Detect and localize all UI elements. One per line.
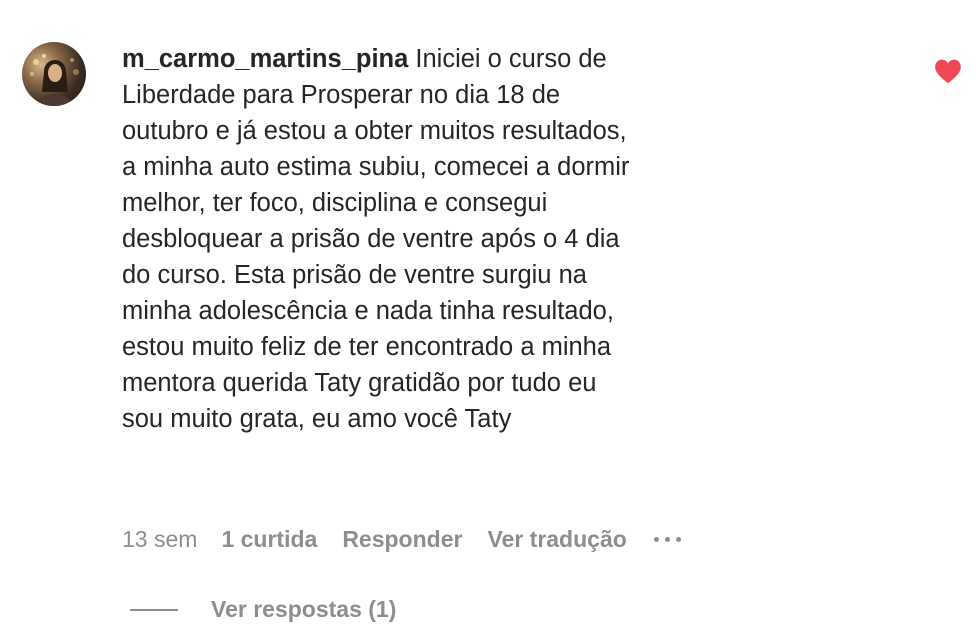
- comment-body: m_carmo_martins_pina Iniciei o curso de …: [122, 41, 642, 437]
- avatar-image: [30, 54, 79, 106]
- timestamp: 13 sem: [122, 526, 198, 552]
- more-dot: [664, 537, 670, 542]
- translate-button[interactable]: Ver tradução: [487, 526, 626, 553]
- likes-count-link[interactable]: 1 curtida: [221, 526, 317, 553]
- username-link[interactable]: m_carmo_martins_pina: [122, 45, 408, 73]
- view-replies-label: Ver respostas (1): [211, 596, 397, 622]
- comment-meta: 13 sem 1 curtida Responder Ver tradução: [122, 526, 683, 553]
- more-dot: [675, 537, 681, 542]
- view-replies-button[interactable]: Ver respostas (1): [130, 596, 396, 623]
- heart-icon[interactable]: [934, 58, 962, 84]
- more-options-icon[interactable]: [652, 533, 683, 546]
- comment: m_carmo_martins_pina Iniciei o curso de …: [0, 0, 976, 634]
- comment-text: Iniciei o curso de Liberdade para Prospe…: [122, 45, 630, 433]
- more-dot: [653, 537, 659, 542]
- reply-button[interactable]: Responder: [342, 526, 462, 553]
- replies-divider: [130, 608, 178, 611]
- avatar[interactable]: [22, 42, 86, 106]
